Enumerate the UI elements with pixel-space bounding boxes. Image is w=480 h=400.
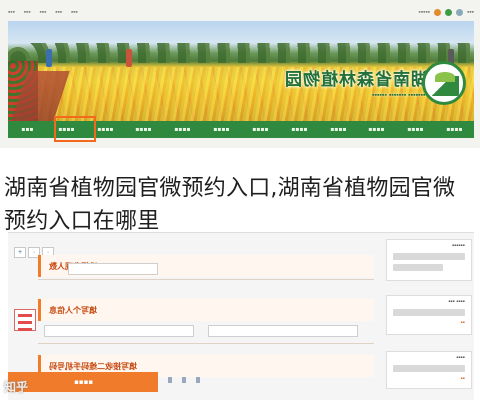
top-link[interactable]: ▪▪▪	[55, 9, 62, 16]
nav-item[interactable]: ▪▪▪▪	[241, 126, 280, 133]
visitor	[46, 49, 52, 67]
top-links: ▪▪▪ ▪▪▪ ▪▪▪ ▪▪▪ ▪▪▪	[8, 9, 85, 16]
garden-logo	[422, 61, 466, 105]
step-personal-info: 填写个人信息	[38, 299, 374, 321]
site-title-logo: 湖南省森林植物园 ▪▪▪▪▪▪▪▪ ▪▪▪▪▪▪▪ ▪▪▪▪▪▪	[278, 65, 428, 107]
captcha-line	[18, 321, 32, 324]
pager-dot[interactable]	[196, 377, 200, 383]
captcha-box[interactable]	[14, 309, 36, 331]
nav-item[interactable]: ▪▪▪▪	[280, 126, 319, 133]
step-label: 填写个人信息	[49, 305, 97, 315]
share-icon[interactable]	[456, 8, 464, 16]
weibo-icon[interactable]	[434, 8, 442, 16]
article-headline: 湖南省植物园官微预约入口,湖南省植物园官微预约入口在哪里	[4, 176, 456, 234]
nav-item[interactable]: ▪▪▪▪	[202, 126, 241, 133]
captcha-line	[18, 328, 32, 331]
top-link[interactable]: ▪▪▪	[39, 9, 46, 16]
name-field[interactable]	[44, 325, 194, 337]
top-link[interactable]: ▪▪▪	[24, 9, 31, 16]
booking-highlight-box	[54, 116, 96, 142]
total-text: ▪▪▪▪	[456, 355, 465, 361]
pager-dot[interactable]	[182, 377, 186, 383]
submit-label: ▪▪▪▪	[73, 378, 93, 386]
watermark: 知乎	[4, 380, 29, 394]
pager-dot[interactable]	[168, 377, 172, 383]
pager	[168, 377, 200, 383]
nav-item[interactable]: ▪▪▪▪	[124, 126, 163, 133]
detail-line	[393, 309, 465, 316]
nav-item[interactable]: ▪▪▪▪	[357, 126, 396, 133]
submit-button[interactable]: ▪▪▪▪	[8, 372, 158, 392]
wechat-icon[interactable]	[445, 8, 453, 16]
divider	[38, 343, 374, 344]
tulip-field-banner: 湖南省森林植物园 ▪▪▪▪▪▪▪▪ ▪▪▪▪▪▪▪ ▪▪▪▪▪▪	[8, 21, 474, 121]
tree-line	[8, 43, 474, 63]
summary-line	[393, 253, 465, 260]
detail-text: ▪▪▪▪ ▪▪▪	[448, 299, 465, 305]
tab-add[interactable]: +	[14, 247, 26, 258]
nav-item[interactable]: ▪▪▪▪	[396, 126, 435, 133]
step-label: 填写接收二维码手机号码	[49, 361, 137, 371]
site-title: 湖南省森林植物园	[284, 70, 428, 90]
order-summary-panel: ▪▪▪▪▪▪	[386, 239, 472, 281]
summary-line	[393, 264, 443, 271]
website-header-screenshot: ▪▪▪ ▪▪▪ ▪▪▪ ▪▪▪ ▪▪▪ ▪▪▪▪▪ ▪▪▪ 湖南省森林植物园 ▪…	[0, 0, 480, 148]
total-line	[393, 365, 465, 372]
nav-item[interactable]: ▪▪▪▪	[163, 126, 202, 133]
summary-text: ▪▪▪▪▪▪	[452, 243, 465, 249]
order-detail-panel: ▪▪▪▪ ▪▪▪ ▪▪	[386, 295, 472, 335]
total-panel: ▪▪▪▪ ▪▪	[386, 351, 472, 389]
divider	[38, 279, 374, 280]
top-link[interactable]: ▪▪▪	[8, 9, 15, 16]
nav-item[interactable]: ▪▪▪	[8, 126, 47, 133]
top-tool-text[interactable]: ▪▪▪▪▪	[419, 9, 431, 16]
id-field[interactable]	[208, 325, 358, 337]
nav-item[interactable]: ▪▪▪▪	[435, 126, 474, 133]
top-right-tools: ▪▪▪▪▪ ▪▪▪	[419, 8, 474, 16]
nav-item[interactable]: ▪▪▪▪	[319, 126, 358, 133]
article-image-page: ▪▪▪ ▪▪▪ ▪▪▪ ▪▪▪ ▪▪▪ ▪▪▪▪▪ ▪▪▪ 湖南省森林植物园 ▪…	[0, 0, 480, 400]
top-link[interactable]: ▪▪▪	[71, 9, 78, 16]
top-tool-text[interactable]: ▪▪▪	[467, 9, 474, 16]
total-price: ▪▪	[460, 376, 465, 382]
captcha-line	[18, 314, 32, 317]
visitor-count-field[interactable]	[68, 263, 158, 275]
site-top-bar: ▪▪▪ ▪▪▪ ▪▪▪ ▪▪▪ ▪▪▪ ▪▪▪▪▪ ▪▪▪	[8, 6, 474, 18]
visitor	[126, 49, 132, 67]
price-text: ▪▪	[460, 320, 465, 326]
site-title-english: ▪▪▪▪▪▪▪▪ ▪▪▪▪▪▪▪ ▪▪▪▪▪▪	[372, 92, 428, 99]
